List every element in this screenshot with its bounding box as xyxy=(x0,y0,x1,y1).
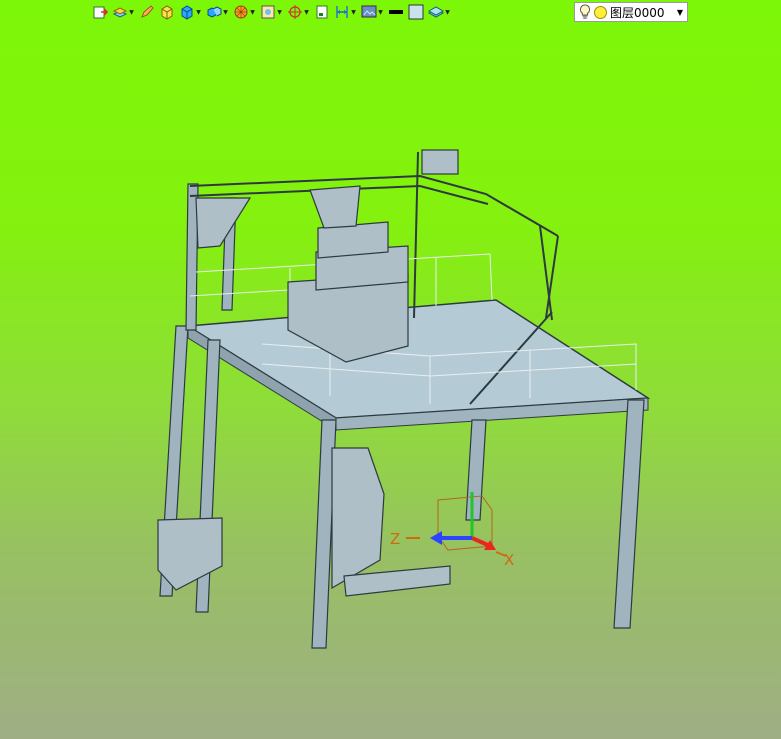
axis-z-label: Z xyxy=(390,530,400,548)
axis-triad: Z X xyxy=(390,492,514,569)
3d-viewport[interactable]: Z X xyxy=(0,0,781,739)
platform-deck xyxy=(185,299,651,431)
axis-x-label: X xyxy=(504,551,514,569)
